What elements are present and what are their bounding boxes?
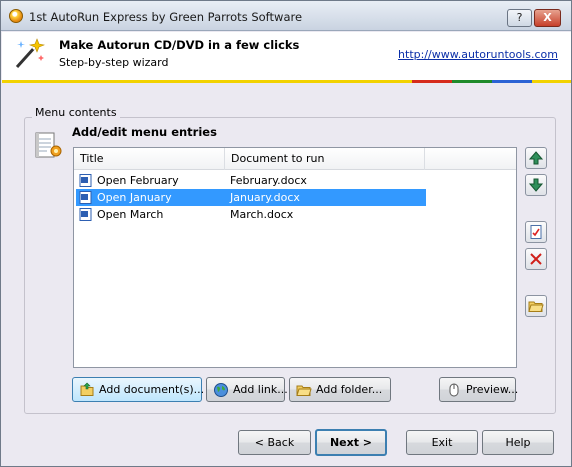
back-label: < Back — [254, 436, 295, 449]
help-titlebar-button[interactable]: ? — [507, 9, 532, 27]
add-document-icon — [80, 382, 94, 396]
document-icon — [79, 208, 92, 221]
add-link-label: Add link... — [233, 383, 288, 396]
back-button[interactable]: < Back — [238, 430, 311, 455]
mouse-icon — [449, 383, 459, 397]
help-button[interactable]: Help — [482, 430, 554, 455]
list-header: Title Document to run — [74, 148, 516, 170]
folder-icon — [296, 385, 312, 396]
move-up-button[interactable] — [525, 147, 547, 169]
header-title: Make Autorun CD/DVD in a few clicks — [59, 38, 300, 52]
document-icon — [79, 174, 92, 187]
move-down-button[interactable] — [525, 174, 547, 196]
notebook-icon — [35, 132, 62, 158]
section-heading: Add/edit menu entries — [72, 125, 217, 139]
wizard-window: 1st AutoRun Express by Green Parrots Sof… — [0, 0, 572, 467]
open-folder-icon — [528, 301, 544, 312]
window-title: 1st AutoRun Express by Green Parrots Sof… — [29, 10, 303, 24]
delete-entry-button[interactable] — [525, 248, 547, 270]
document-icon — [79, 191, 92, 204]
add-folder-label: Add folder... — [316, 383, 383, 396]
column-document[interactable]: Document to run — [225, 148, 425, 170]
add-documents-button[interactable]: Add document(s)... — [72, 377, 205, 402]
add-link-button[interactable]: Add link... — [206, 377, 288, 402]
list-item-selected[interactable]: Open January January.docx — [76, 189, 426, 206]
row-document: March.docx — [230, 208, 294, 221]
header-banner: Make Autorun CD/DVD in a few clicks Step… — [2, 32, 571, 80]
title-bar[interactable]: 1st AutoRun Express by Green Parrots Sof… — [1, 1, 571, 31]
list-item[interactable]: Open February February.docx — [76, 172, 426, 189]
edit-icon — [530, 225, 542, 239]
edit-entry-button[interactable] — [525, 221, 547, 243]
website-link[interactable]: http://www.autoruntools.com — [398, 48, 558, 61]
add-documents-label: Add document(s)... — [99, 383, 205, 396]
row-document: January.docx — [230, 191, 300, 204]
menu-entries-list[interactable]: Title Document to run Open February Febr… — [73, 147, 517, 368]
next-label: Next > — [329, 436, 373, 449]
list-item[interactable]: Open March March.docx — [76, 206, 426, 223]
preview-button[interactable]: Preview... — [439, 377, 519, 402]
exit-button[interactable]: Exit — [406, 430, 478, 455]
header-subtitle: Step-by-step wizard — [59, 56, 169, 69]
add-folder-button[interactable]: Add folder... — [289, 377, 391, 402]
exit-label: Exit — [431, 436, 453, 449]
delete-icon — [530, 253, 542, 265]
move-up-icon — [528, 151, 544, 165]
row-title: Open March — [97, 208, 164, 221]
row-document: February.docx — [230, 174, 307, 187]
next-button[interactable]: Next > — [315, 429, 387, 456]
color-stripe — [2, 80, 571, 83]
open-folder-button[interactable] — [525, 295, 547, 317]
row-title: Open February — [97, 174, 179, 187]
preview-label: Preview... — [466, 383, 519, 396]
magic-wand-icon — [15, 38, 45, 69]
move-down-icon — [528, 178, 544, 192]
app-icon — [9, 9, 23, 23]
column-title[interactable]: Title — [74, 148, 225, 170]
row-title: Open January — [97, 191, 172, 204]
help-label: Help — [505, 436, 531, 449]
globe-icon — [214, 383, 228, 397]
group-title: Menu contents — [32, 106, 120, 119]
close-button[interactable]: X — [534, 9, 561, 27]
